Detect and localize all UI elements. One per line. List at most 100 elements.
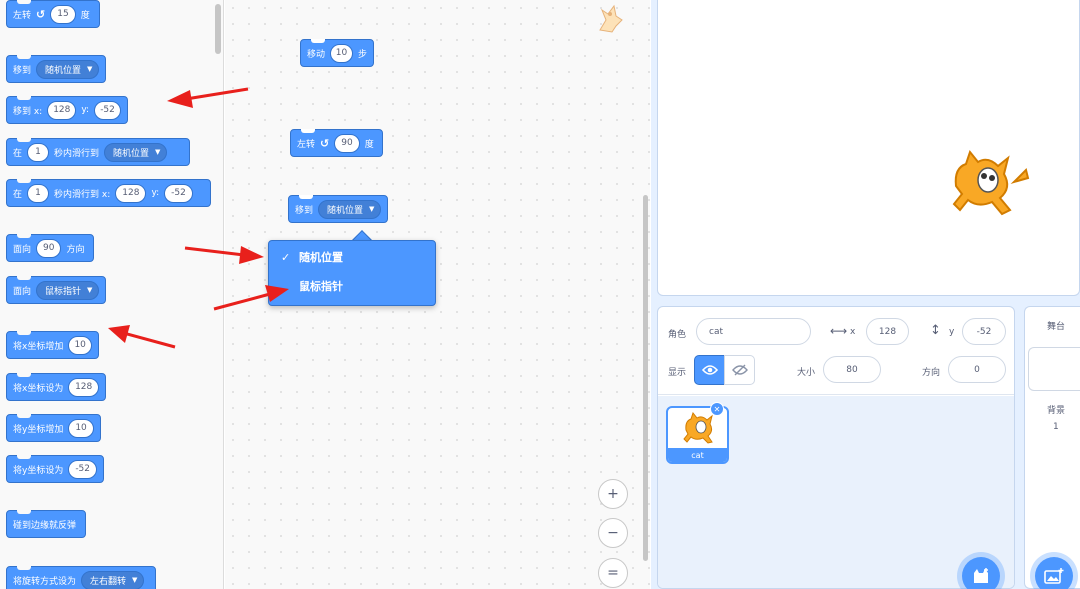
show-label: 显示 xyxy=(668,368,687,378)
y-input[interactable]: -52 xyxy=(94,100,121,120)
backdrops-label: 背景 xyxy=(1047,406,1066,416)
secs-input[interactable]: 1 xyxy=(27,142,50,162)
sprite-name-input[interactable]: cat xyxy=(696,318,811,345)
caret-down-icon: ▼ xyxy=(369,205,375,213)
block-rotation-style[interactable]: 将旋转方式设为 左右翻转 ▼ xyxy=(6,566,156,589)
steps-input[interactable]: 10 xyxy=(330,43,353,63)
image-plus-icon xyxy=(1044,568,1064,584)
dropdown-item-random-position[interactable]: ✓ 随机位置 xyxy=(281,249,343,265)
caret-down-icon: ▼ xyxy=(87,65,93,73)
palette-scrollbar[interactable] xyxy=(215,4,221,54)
eye-slash-icon xyxy=(731,364,748,376)
block-glide-xy[interactable]: 在 1 秒内滑行到 x: 128 y: -52 xyxy=(6,179,211,207)
goto-target-menu[interactable]: 随机位置 ▼ xyxy=(36,59,100,79)
size-label: 大小 xyxy=(797,368,816,378)
canvas-block-turn-left[interactable]: 左转 ↺ 90 度 xyxy=(290,129,383,157)
block-set-y[interactable]: 将y坐标设为 -52 xyxy=(6,455,104,483)
hide-sprite-button[interactable] xyxy=(724,355,755,385)
block-unit: 度 xyxy=(80,10,90,21)
y-set-input[interactable]: -52 xyxy=(68,459,97,479)
block-point-direction[interactable]: 面向 90 方向 xyxy=(6,234,94,262)
block-label: 移动 xyxy=(307,49,326,60)
add-sprite-button[interactable] xyxy=(962,557,1000,589)
block-unit: 方向 xyxy=(66,244,85,255)
cat-sprite-icon[interactable] xyxy=(948,148,1030,218)
block-goto-xy[interactable]: 移到 x: 128 y: -52 xyxy=(6,96,128,124)
block-label: 移到 xyxy=(295,205,314,216)
zoom-reset-button[interactable]: = xyxy=(598,558,628,588)
stage-pane: 舞台 背景 1 xyxy=(1024,306,1080,589)
block-label: 将y坐标设为 xyxy=(13,465,64,476)
block-change-y[interactable]: 将y坐标增加 10 xyxy=(6,414,101,442)
sprite-pane: 角色 cat ⟷ x 128 ↕ y -52 显示 大小 80 方向 0 cat… xyxy=(657,306,1015,589)
delete-sprite-close-icon[interactable]: ✕ xyxy=(710,402,724,416)
menu-value: 随机位置 xyxy=(113,148,150,159)
y-input[interactable]: -52 xyxy=(164,183,193,203)
y-position-input[interactable]: -52 xyxy=(962,318,1006,345)
secs-input[interactable]: 1 xyxy=(27,183,50,203)
glide-target-menu[interactable]: 随机位置 ▼ xyxy=(104,142,168,162)
backdrops-count: 1 xyxy=(1053,422,1059,432)
block-change-x[interactable]: 将x坐标增加 10 xyxy=(6,331,99,359)
stage-thumbnail[interactable] xyxy=(1028,347,1080,391)
towards-target-menu[interactable]: 鼠标指针 ▼ xyxy=(36,280,100,300)
x-change-input[interactable]: 10 xyxy=(68,335,92,355)
show-sprite-button[interactable] xyxy=(694,355,725,385)
block-label: 在 xyxy=(13,189,23,200)
direction-input[interactable]: 90 xyxy=(36,238,62,258)
stage-pane-title: 舞台 xyxy=(1047,321,1066,332)
sprite-list: cat ✕ xyxy=(658,396,1014,588)
zoom-out-icon: − xyxy=(607,525,619,541)
y-label: y xyxy=(949,327,955,337)
cat-plus-icon xyxy=(974,568,988,583)
dropdown-item-label: 鼠标指针 xyxy=(299,280,343,293)
sprite-label: 角色 xyxy=(668,330,687,340)
block-label: y: xyxy=(151,188,160,198)
sprite-info-panel: 角色 cat ⟷ x 128 ↕ y -52 显示 大小 80 方向 0 xyxy=(658,307,1014,395)
block-unit: 度 xyxy=(364,139,374,150)
zoom-in-button[interactable]: + xyxy=(598,479,628,509)
canvas-block-goto[interactable]: 移到 随机位置 ▼ xyxy=(288,195,388,223)
block-label: 碰到边缘就反弹 xyxy=(13,520,77,531)
zoom-out-button[interactable]: − xyxy=(598,518,628,548)
y-change-input[interactable]: 10 xyxy=(68,418,94,438)
menu-value: 左右翻转 xyxy=(90,576,127,587)
sprite-tile-label: cat xyxy=(668,448,727,462)
block-label: 将y坐标增加 xyxy=(13,424,64,435)
block-bounce[interactable]: 碰到边缘就反弹 xyxy=(6,510,86,538)
size-value: 80 xyxy=(846,364,858,375)
x-label: x xyxy=(850,327,856,337)
block-set-x[interactable]: 将x坐标设为 128 xyxy=(6,373,106,401)
block-label: 面向 xyxy=(13,244,32,255)
block-point-towards[interactable]: 面向 鼠标指针 ▼ xyxy=(6,276,106,304)
block-glide-menu[interactable]: 在 1 秒内滑行到 随机位置 ▼ xyxy=(6,138,190,166)
degrees-input[interactable]: 15 xyxy=(50,4,76,24)
y-position-value: -52 xyxy=(976,326,992,337)
block-label: y: xyxy=(81,105,90,115)
block-label: 将x坐标增加 xyxy=(13,341,64,352)
block-label: 左转 xyxy=(13,10,32,21)
x-input[interactable]: 128 xyxy=(115,183,147,203)
zoom-reset-icon: = xyxy=(607,565,619,581)
x-set-input[interactable]: 128 xyxy=(68,377,99,397)
size-input[interactable]: 80 xyxy=(823,356,881,383)
rotation-style-menu[interactable]: 左右翻转 ▼ xyxy=(81,570,145,589)
direction-input[interactable]: 0 xyxy=(948,356,1006,383)
sprite-cat-thumbnail-icon xyxy=(599,4,623,33)
block-label: 秒内滑行到 xyxy=(54,148,100,159)
degrees-input[interactable]: 90 xyxy=(334,133,360,153)
x-input[interactable]: 128 xyxy=(47,100,77,120)
menu-value: 鼠标指针 xyxy=(45,286,82,297)
canvas-block-move[interactable]: 移动 10 步 xyxy=(300,39,374,67)
caret-down-icon: ▼ xyxy=(155,148,161,156)
dropdown-item-mouse-pointer[interactable]: 鼠标指针 xyxy=(281,278,343,294)
block-turn-left[interactable]: 左转 ↺ 15 度 xyxy=(6,0,100,28)
block-unit: 步 xyxy=(357,49,367,60)
canvas-scrollbar[interactable] xyxy=(643,195,648,561)
zoom-in-icon: + xyxy=(607,486,619,502)
add-backdrop-button[interactable] xyxy=(1035,557,1073,589)
x-position-input[interactable]: 128 xyxy=(866,318,909,345)
goto-target-menu[interactable]: 随机位置 ▼ xyxy=(318,199,382,219)
block-goto-menu[interactable]: 移到 随机位置 ▼ xyxy=(6,55,106,83)
check-icon: ✓ xyxy=(281,250,291,264)
